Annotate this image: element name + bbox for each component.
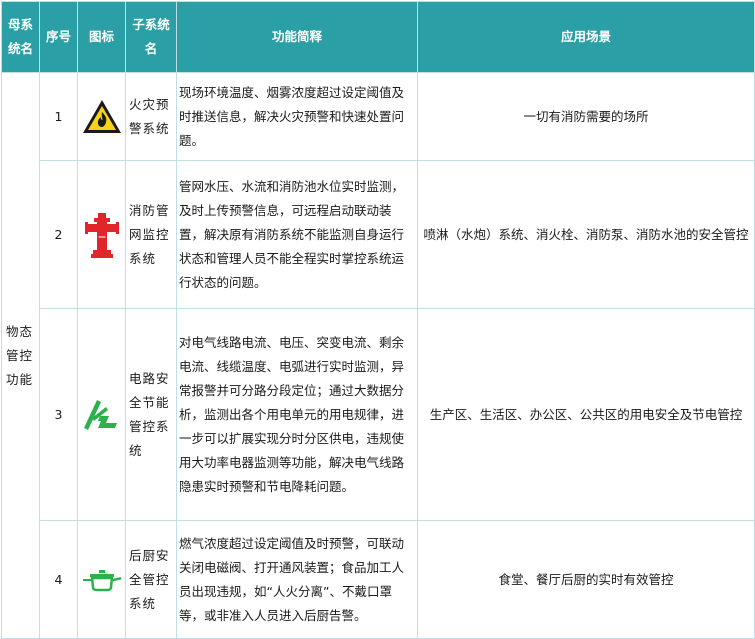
header-mother-system: 母系统名 — [1, 1, 40, 73]
application-scene: 喷淋（水炮）系统、消火栓、消防泵、消防水池的安全管控 — [417, 160, 755, 309]
subsystem-name: 火灾预警系统 — [125, 72, 177, 161]
fire-hydrant-icon — [77, 160, 126, 309]
table-row: 4 后厨安全管控系统 燃气浓度超过设定阈值及时预警，可联动关闭电磁阀、打开通风装… — [2, 520, 755, 639]
table-row: 物态管控功能 1 火灾预警系统 现场环境温度、烟雾浓度超过设定阈值及时推送信息，… — [1, 72, 755, 639]
header-subsystem: 子系统名 — [125, 1, 177, 73]
application-scene: 生产区、生活区、办公区、公共区的用电安全及节电管控 — [417, 308, 755, 521]
fire-warning-icon — [77, 72, 126, 161]
table-row: 2 消防管网监控系统 管网水压、水流和消防池水位实时监测，及时上传预警信息，可远… — [2, 160, 755, 309]
mother-system-name: 物态管控功能 — [1, 72, 40, 639]
fire-management-table: 母系统名 序号 图标 子系统名 功能简释 应用场景 物态管控功能 1 火灾预警系… — [1, 1, 755, 639]
application-scene: 食堂、餐厅后厨的实时有效管控 — [417, 520, 755, 639]
row-index: 4 — [39, 520, 78, 639]
subsystem-name: 消防管网监控系统 — [125, 160, 177, 309]
subsystem-name: 电路安全节能管控系统 — [125, 308, 177, 521]
subsystem-name: 后厨安全管控系统 — [125, 520, 177, 639]
header-icon: 图标 — [77, 1, 126, 73]
header-function: 功能简释 — [176, 1, 418, 73]
table-row: 3 电路安全节能管控系统 对电气线路电流、电压、突变电流、剩余电流、线缆温度、电… — [2, 308, 755, 521]
row-index: 1 — [39, 72, 78, 161]
electric-energy-saving-icon — [77, 308, 126, 521]
header-index: 序号 — [39, 1, 78, 73]
cooking-pot-icon — [77, 520, 126, 639]
function-description: 现场环境温度、烟雾浓度超过设定阈值及时推送信息，解决火灾预警和快速处置问题。 — [176, 72, 418, 161]
row-index: 3 — [39, 308, 78, 521]
function-description: 管网水压、水流和消防池水位实时监测，及时上传预警信息，可远程启动联动装置，解决原… — [176, 160, 418, 309]
row-index: 2 — [39, 160, 78, 309]
function-description: 对电气线路电流、电压、突变电流、剩余电流、线缆温度、电弧进行实时监测，异常报警并… — [176, 308, 418, 521]
header-scene: 应用场景 — [417, 1, 755, 73]
function-description: 燃气浓度超过设定阈值及时预警，可联动关闭电磁阀、打开通风装置；食品加工人员出现违… — [176, 520, 418, 639]
application-scene: 一切有消防需要的场所 — [417, 72, 755, 161]
header-row: 母系统名 序号 图标 子系统名 功能简释 应用场景 — [1, 1, 755, 73]
